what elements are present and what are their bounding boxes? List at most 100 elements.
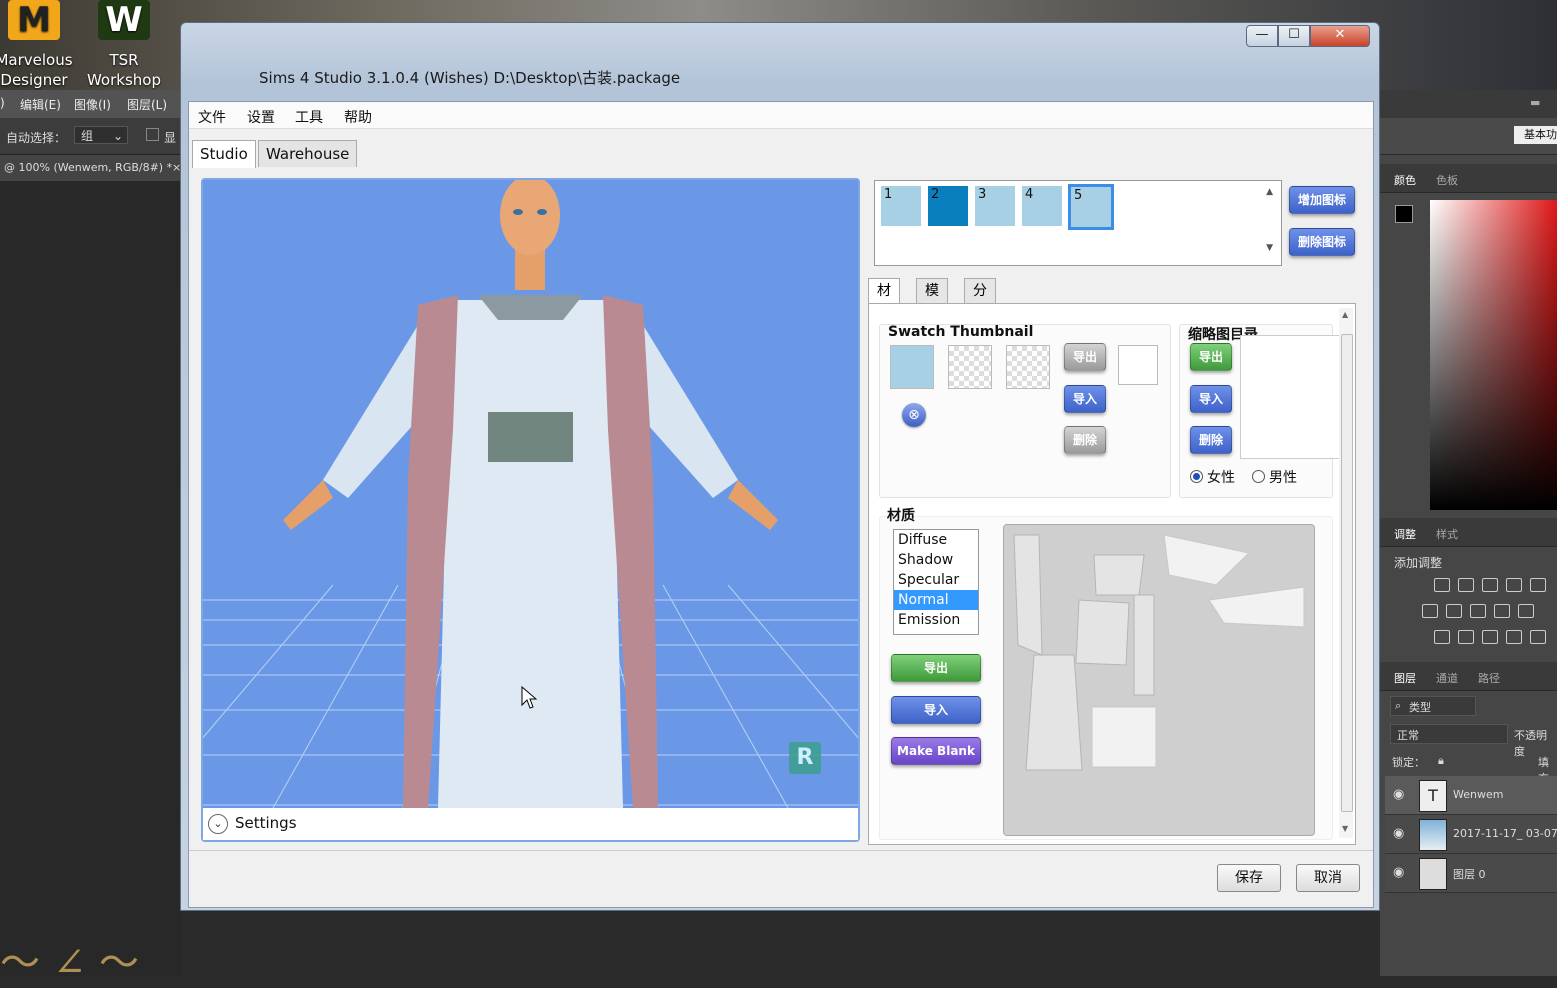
channel-mixer-icon[interactable] [1518, 604, 1534, 618]
material-import-button[interactable]: 导入 [891, 696, 981, 724]
close-button[interactable]: ✕ [1310, 25, 1370, 47]
threshold-icon[interactable] [1482, 630, 1498, 644]
tab-layers[interactable]: 图层 [1394, 670, 1416, 686]
layer-row[interactable]: ◉ T Wenwem [1385, 776, 1557, 815]
remove-icon[interactable]: ⊗ [902, 403, 926, 427]
list-item[interactable]: Diffuse [894, 530, 978, 550]
scroll-up-icon[interactable]: ▲ [1342, 310, 1348, 319]
tab-channels[interactable]: 通道 [1436, 670, 1458, 686]
swatch-item-selected[interactable]: 5 [1068, 184, 1114, 230]
viewport-settings-bar[interactable]: ⌄ Settings [203, 808, 858, 840]
swatch-import-button[interactable]: 导入 [1064, 385, 1106, 413]
panel-collapse-icon[interactable]: ▬ [1530, 96, 1540, 109]
ps-menu-image[interactable]: 图像(I) [74, 96, 111, 113]
tab-studio[interactable]: Studio [192, 140, 256, 168]
photoshop-options-bar: 自动选择： 组 ⌄ 显 [0, 118, 182, 155]
brightness-icon[interactable] [1434, 578, 1450, 592]
male-radio[interactable]: 男性 [1252, 467, 1297, 487]
foreground-color-swatch[interactable] [1395, 205, 1413, 223]
3d-viewport[interactable]: R [203, 180, 858, 808]
panel-scrollbar[interactable]: ▲ ▼ [1339, 308, 1353, 838]
invert-icon[interactable] [1434, 630, 1450, 644]
swatch-thumbnail-preview[interactable] [890, 345, 934, 389]
female-radio[interactable]: 女性 [1190, 467, 1235, 487]
exposure-icon[interactable] [1506, 578, 1522, 592]
ps-menu-item[interactable]: ) [0, 96, 5, 110]
scroll-up-icon[interactable]: ▲ [1266, 187, 1273, 197]
material-export-button[interactable]: 导出 [891, 654, 981, 682]
make-blank-button[interactable]: Make Blank [891, 737, 981, 765]
show-checkbox[interactable] [146, 128, 159, 141]
auto-select-dropdown[interactable]: 组 ⌄ [74, 126, 128, 144]
list-item[interactable]: Specular [894, 570, 978, 590]
hue-saturation-icon[interactable] [1422, 604, 1438, 618]
visibility-eye-icon[interactable]: ◉ [1393, 826, 1404, 841]
swatch-item[interactable]: 1 [881, 186, 921, 226]
selective-color-icon[interactable] [1530, 630, 1546, 644]
swatch-delete-button[interactable]: 删除 [1064, 426, 1106, 454]
tsr-workshop-shortcut[interactable]: W TSR Workshop [84, 0, 164, 90]
save-button[interactable]: 保存 [1217, 864, 1281, 892]
ps-menu-edit[interactable]: 编辑(E) [20, 96, 61, 113]
tab-swatches[interactable]: 色板 [1436, 172, 1458, 188]
menu-tools[interactable]: 工具 [295, 107, 323, 127]
add-adjustment-label: 添加调整 [1394, 556, 1443, 570]
tab-category[interactable]: 分类 [964, 278, 996, 323]
maximize-button[interactable]: ☐ [1278, 25, 1310, 47]
black-white-icon[interactable] [1470, 604, 1486, 618]
layer-row[interactable]: ◉ 2017-11-17_ 03-07-5 [1385, 815, 1557, 854]
swatch-item[interactable]: 3 [975, 186, 1015, 226]
tab-material[interactable]: 材质 [868, 278, 900, 323]
delete-swatch-button[interactable]: 删除图标 [1289, 228, 1355, 256]
menu-settings[interactable]: 设置 [247, 107, 275, 127]
scroll-down-icon[interactable]: ▼ [1342, 824, 1348, 833]
material-layer-list[interactable]: Diffuse Shadow Specular Normal Emission [893, 529, 979, 635]
tab-model[interactable]: 模型 [916, 278, 948, 323]
layer-name: 2017-11-17_ 03-07-5 [1453, 827, 1557, 840]
tab-adjustments[interactable]: 调整 [1394, 526, 1416, 542]
swatch-thumbnail-slot[interactable] [1006, 345, 1050, 389]
search-icon: ⌕ [1395, 699, 1402, 712]
list-item[interactable]: Shadow [894, 550, 978, 570]
workspace-switcher[interactable]: 基本功 [1514, 126, 1557, 144]
thumbnail-delete-button[interactable]: 删除 [1190, 426, 1232, 454]
menu-help[interactable]: 帮助 [344, 107, 372, 127]
color-picker-field[interactable] [1430, 200, 1557, 510]
chevron-down-icon[interactable]: ⌄ [208, 814, 228, 834]
thumbnail-export-button[interactable]: 导出 [1190, 343, 1232, 371]
blend-mode-dropdown[interactable]: 正常 [1390, 724, 1508, 744]
tab-color[interactable]: 颜色 [1394, 172, 1416, 188]
swatch-item[interactable]: 4 [1022, 186, 1062, 226]
posterize-icon[interactable] [1458, 630, 1474, 644]
menu-file[interactable]: 文件 [198, 107, 226, 127]
photo-filter-icon[interactable] [1494, 604, 1510, 618]
swatch-export-button[interactable]: 导出 [1064, 343, 1106, 371]
scrollbar-thumb[interactable] [1341, 334, 1353, 812]
swatch-color-box[interactable] [1118, 345, 1158, 385]
tab-warehouse[interactable]: Warehouse [258, 140, 358, 167]
list-item-selected[interactable]: Normal [894, 590, 978, 610]
swatch-item[interactable]: 2 [928, 186, 968, 226]
ps-menu-layer[interactable]: 图层(L) [127, 96, 167, 113]
tab-paths[interactable]: 路径 [1478, 670, 1500, 686]
visibility-eye-icon[interactable]: ◉ [1393, 787, 1404, 802]
lock-icon[interactable]: 🔒︎ [1438, 754, 1444, 768]
list-item[interactable]: Emission [894, 610, 978, 630]
layer-filter-dropdown[interactable]: ⌕ 类型 [1390, 696, 1476, 716]
image-layer-thumbnail [1419, 819, 1447, 851]
minimize-button[interactable]: — [1246, 25, 1278, 47]
cancel-button[interactable]: 取消 [1296, 864, 1360, 892]
levels-icon[interactable] [1458, 578, 1474, 592]
tab-styles[interactable]: 样式 [1436, 526, 1458, 542]
layer-row[interactable]: ◉ 图层 0 [1385, 854, 1557, 893]
color-balance-icon[interactable] [1446, 604, 1462, 618]
thumbnail-import-button[interactable]: 导入 [1190, 385, 1232, 413]
gradient-map-icon[interactable] [1506, 630, 1522, 644]
visibility-eye-icon[interactable]: ◉ [1393, 865, 1404, 880]
document-tab[interactable]: @ 100% (Wenwem, RGB/8#) * × [0, 155, 182, 181]
add-swatch-button[interactable]: 增加图标 [1289, 186, 1355, 214]
scroll-down-icon[interactable]: ▼ [1266, 243, 1273, 253]
swatch-thumbnail-slot[interactable] [948, 345, 992, 389]
vibrance-icon[interactable] [1530, 578, 1546, 592]
curves-icon[interactable] [1482, 578, 1498, 592]
